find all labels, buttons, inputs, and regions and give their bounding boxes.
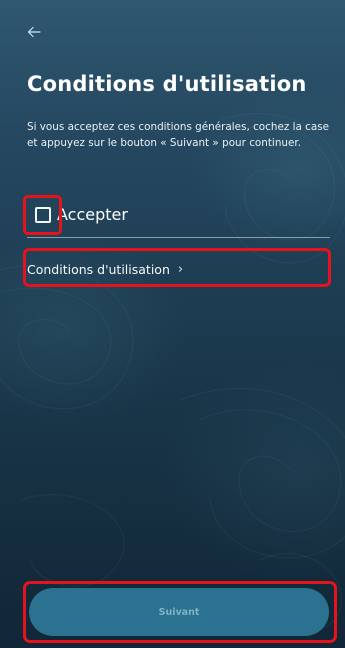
terms-link-highlight-box — [23, 248, 331, 287]
background-pattern — [0, 113, 345, 633]
back-arrow-icon[interactable] — [27, 24, 47, 44]
page-title: Conditions d'utilisation — [27, 72, 307, 96]
next-button-highlight-box — [23, 581, 337, 643]
checkbox-highlight-box — [23, 195, 62, 235]
terms-instructions: Si vous acceptez ces conditions générale… — [27, 121, 330, 149]
terms-screen: Conditions d'utilisation Si vous accepte… — [0, 0, 345, 648]
accept-checkbox-row[interactable]: Accepter — [27, 198, 330, 238]
accept-label: Accepter — [57, 205, 128, 224]
